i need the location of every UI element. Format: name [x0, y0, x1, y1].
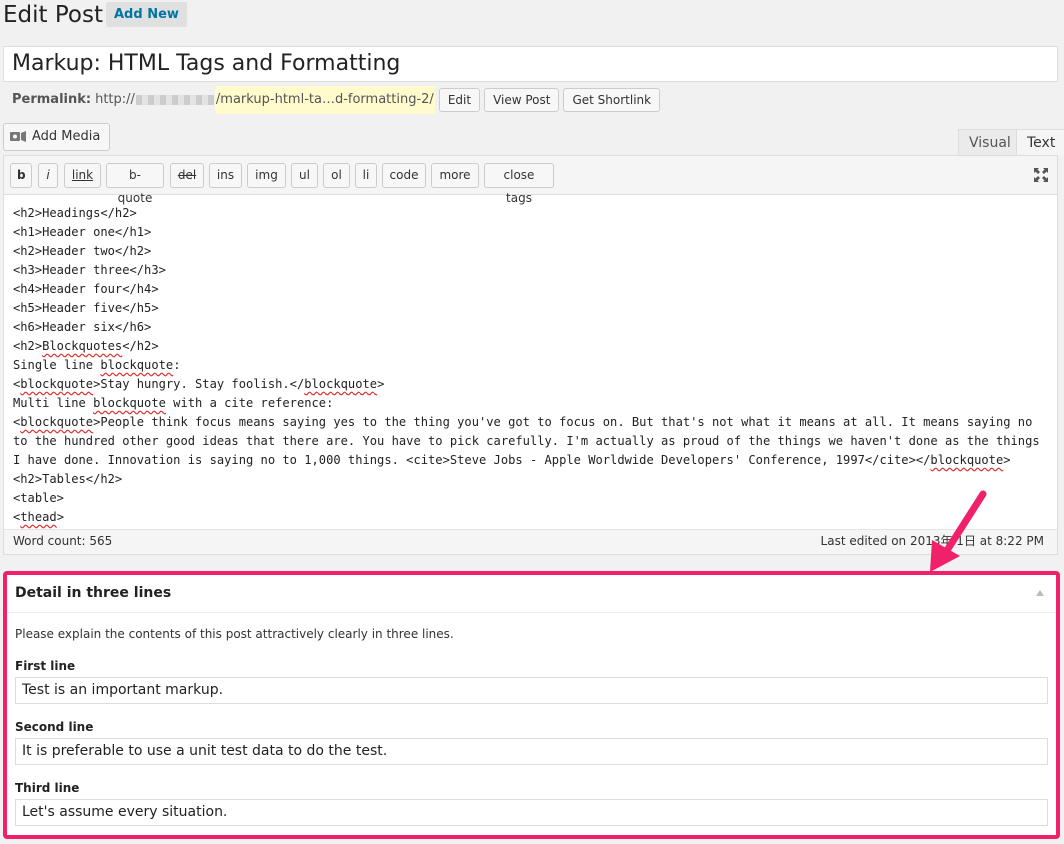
quicktag-bold[interactable]: b [10, 163, 32, 188]
quicktag-italic[interactable]: i [38, 163, 58, 188]
add-media-button[interactable]: Add Media [3, 123, 111, 151]
code-line: <blockquote>Stay hungry. Stay foolish.</… [13, 377, 385, 391]
permalink-slug[interactable]: /markup-html-ta…d-formatting-2/ [214, 86, 435, 114]
quicktag-code[interactable]: code [382, 163, 426, 188]
editor: b i link b-quote del ins img ul ol li co… [3, 155, 1058, 555]
code-line: <blockquote>People think focus means say… [13, 415, 1047, 467]
word-count: Word count: 565 [13, 534, 113, 548]
code-line: <h3>Header three</h3> [13, 263, 166, 277]
editor-status-bar: Word count: 565 Last edited on 2013年 1日 … [4, 529, 1057, 554]
metabox-title: Detail in three lines [15, 585, 172, 601]
tab-visual[interactable]: Visual [958, 129, 1022, 156]
metabox-description: Please explain the contents of this post… [15, 627, 454, 641]
code-line: <table> [13, 491, 64, 505]
permalink-base: http:// [95, 92, 135, 107]
quicktag-del[interactable]: del [170, 163, 204, 188]
code-line: <h1>Header one</h1> [13, 225, 152, 239]
detail-metabox: Detail in three lines Please explain the… [3, 571, 1060, 839]
code-line: <h2>Tables</h2> [13, 472, 123, 486]
quicktags-toolbar: b i link b-quote del ins img ul ol li co… [4, 156, 1057, 205]
code-line: <h6>Header six</h6> [13, 320, 152, 334]
first-line-label: First line [15, 659, 76, 673]
quicktag-img[interactable]: img [247, 163, 286, 188]
permalink-edit-button[interactable]: Edit [438, 88, 481, 112]
code-line: Single line blockquote: [13, 358, 181, 372]
quicktag-link[interactable]: link [64, 163, 101, 188]
annotation-arrow-icon [930, 490, 987, 572]
code-line: <thead> [13, 510, 64, 524]
quicktag-ul[interactable]: ul [291, 163, 318, 188]
get-shortlink-button[interactable]: Get Shortlink [563, 88, 661, 112]
fullscreen-icon[interactable] [1033, 167, 1049, 183]
page-title: Edit Post [3, 2, 103, 28]
content-textarea[interactable]: <h2>Headings</h2> <h1>Header one</h1> <h2>… [13, 204, 1053, 527]
add-media-label: Add Media [32, 129, 101, 144]
code-line: <h2>Header two</h2> [13, 244, 152, 258]
quicktag-ins[interactable]: ins [209, 163, 242, 188]
view-post-button[interactable]: View Post [484, 88, 560, 112]
second-line-label: Second line [15, 720, 94, 734]
second-line-input[interactable]: It is preferable to use a unit test data… [15, 738, 1048, 765]
third-line-input[interactable]: Let's assume every situation. [15, 799, 1048, 826]
media-icon [10, 131, 26, 142]
quicktag-li[interactable]: li [355, 163, 377, 188]
first-line-input[interactable]: Test is an important markup. [15, 677, 1048, 704]
quicktag-ol[interactable]: ol [323, 163, 350, 188]
quicktag-close-tags[interactable]: close tags [484, 163, 554, 205]
code-line: <h5>Header five</h5> [13, 301, 159, 315]
blurred-domain [135, 95, 214, 105]
add-new-button[interactable]: Add New [106, 2, 187, 27]
code-line: <h2>Headings</h2> [13, 206, 137, 220]
quicktag-bquote[interactable]: b-quote [106, 163, 164, 205]
code-line: <h2>Blockquotes</h2> [13, 339, 159, 353]
quicktag-more[interactable]: more [431, 163, 479, 188]
third-line-label: Third line [15, 781, 80, 795]
tab-text[interactable]: Text [1016, 129, 1064, 156]
collapse-arrow-icon[interactable] [1036, 589, 1044, 597]
permalink-label: Permalink: [12, 92, 92, 107]
post-title-input[interactable]: Markup: HTML Tags and Formatting [3, 46, 1058, 82]
metabox-header[interactable]: Detail in three lines [7, 575, 1056, 613]
code-line: <h4>Header four</h4> [13, 282, 159, 296]
code-line: Multi line blockquote with a cite refere… [13, 396, 334, 410]
permalink-row: Permalink: http:// /markup-html-ta…d-for… [12, 86, 661, 114]
